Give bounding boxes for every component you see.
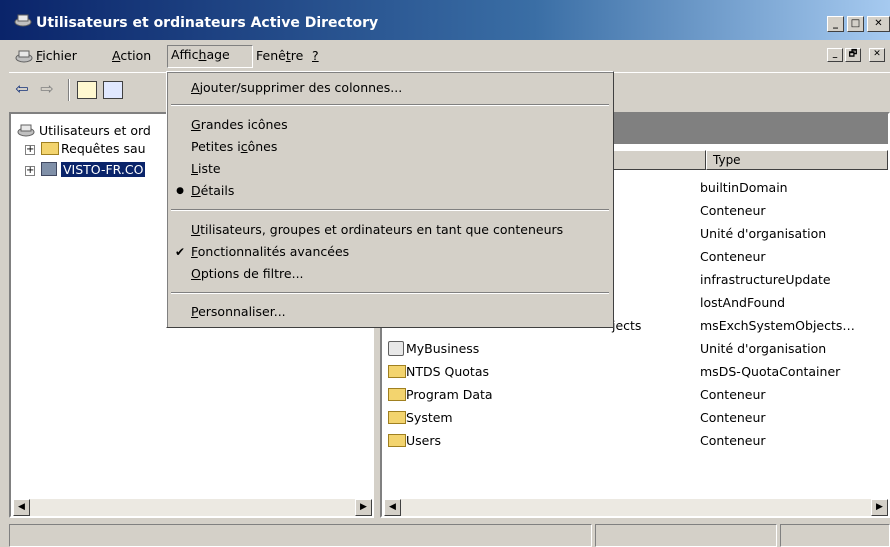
menu-fenetre[interactable]: Fenêtre <box>253 46 306 66</box>
status-cell <box>595 524 777 547</box>
scroll-left-button[interactable]: ◀ <box>13 499 30 516</box>
menu-item-filter-options[interactable]: Options de filtre... <box>191 263 304 285</box>
mdi-restore-button[interactable]: 🗗 <box>845 48 861 62</box>
title-bar: Utilisateurs et ordinateurs Active Direc… <box>0 0 890 40</box>
checkmark-icon: ✔ <box>174 245 186 259</box>
back-arrow-icon[interactable]: ⇦ <box>11 79 33 101</box>
forward-arrow-icon[interactable]: ⇨ <box>36 79 58 101</box>
show-tree-icon[interactable] <box>103 81 123 99</box>
menu-item-customize[interactable]: Personnaliser... <box>191 301 286 323</box>
domain-icon <box>41 162 57 176</box>
list-item[interactable]: NTDS Quotas msDS-QuotaContainer <box>382 360 888 383</box>
tree-item-saved-queries[interactable]: Requêtes sau <box>41 140 146 158</box>
folder-icon <box>388 411 406 424</box>
folder-icon <box>388 388 406 401</box>
folder-icon <box>41 142 59 155</box>
menu-item-details[interactable]: Détails <box>191 180 234 202</box>
expand-icon[interactable]: + <box>25 145 35 155</box>
list-item[interactable]: Program Data Conteneur <box>382 383 888 406</box>
menu-affichage[interactable]: Affichage <box>167 45 253 68</box>
menu-action[interactable]: Action <box>109 46 154 66</box>
menu-item-add-remove-columns[interactable]: Ajouter/supprimer des colonnes... <box>191 77 402 99</box>
menu-item-advanced-features[interactable]: Fonctionnalités avancées <box>191 241 349 263</box>
affichage-menu: Ajouter/supprimer des colonnes... Grande… <box>166 71 614 328</box>
menu-item-large-icons[interactable]: Grandes icônes <box>191 114 288 136</box>
menu-fichier[interactable]: Fichier <box>33 46 80 66</box>
status-bar <box>9 522 890 547</box>
expand-icon[interactable]: + <box>25 166 35 176</box>
status-cell <box>9 524 592 547</box>
tree-root[interactable]: Utilisateurs et ord <box>17 122 151 140</box>
menu-item-small-icons[interactable]: Petites icônes <box>191 136 277 158</box>
menu-bar: Fichier Action Affichage Fenêtre ? _ 🗗 ✕ <box>9 40 890 72</box>
status-cell <box>780 524 890 547</box>
window-title: Utilisateurs et ordinateurs Active Direc… <box>36 15 379 31</box>
mdi-minimize-button[interactable]: _ <box>827 48 843 62</box>
console-icon <box>15 50 33 63</box>
list-horizontal-scrollbar[interactable]: ◀ ▶ <box>384 499 888 516</box>
organizational-unit-icon <box>388 341 404 356</box>
list-item[interactable]: Users Conteneur <box>382 429 888 452</box>
scroll-left-button[interactable]: ◀ <box>384 499 401 516</box>
folder-icon <box>388 365 406 378</box>
up-folder-icon[interactable] <box>77 81 97 99</box>
minimize-button[interactable]: _ <box>827 16 844 32</box>
menu-item-users-groups-containers[interactable]: Utilisateurs, groupes et ordinateurs en … <box>191 219 563 241</box>
list-item[interactable]: MyBusiness Unité d'organisation <box>382 337 888 360</box>
mdi-close-button[interactable]: ✕ <box>869 48 885 62</box>
bullet-icon: ● <box>176 186 184 196</box>
scroll-right-button[interactable]: ▶ <box>871 499 888 516</box>
column-header-type[interactable]: Type <box>706 150 888 170</box>
menu-separator <box>171 209 609 211</box>
menu-item-list[interactable]: Liste <box>191 158 221 180</box>
maximize-button[interactable]: □ <box>847 16 864 32</box>
tree-item-domain[interactable]: VISTO-FR.CO <box>41 161 146 179</box>
active-directory-icon <box>17 124 35 137</box>
scroll-right-button[interactable]: ▶ <box>355 499 372 516</box>
close-button[interactable]: ✕ <box>867 16 890 32</box>
menu-separator <box>171 104 609 106</box>
active-directory-icon <box>14 14 32 27</box>
folder-icon <box>388 434 406 447</box>
list-item[interactable]: System Conteneur <box>382 406 888 429</box>
tree-horizontal-scrollbar[interactable]: ◀ ▶ <box>13 499 372 516</box>
menu-help[interactable]: ? <box>309 46 322 66</box>
menu-separator <box>171 292 609 294</box>
